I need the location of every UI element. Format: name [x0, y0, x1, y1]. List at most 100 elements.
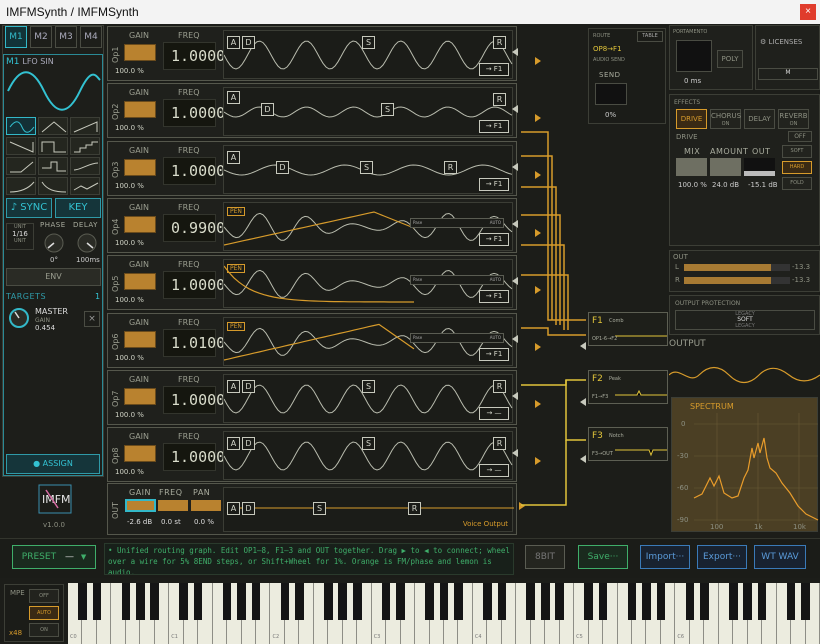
phase-knob[interactable] — [42, 231, 66, 255]
route-button[interactable]: → F1 — [479, 290, 509, 304]
piano-keyboard[interactable]: C0 C1 C2 C3 C4 C5 C6 — [68, 583, 820, 644]
mode-hard[interactable]: HARD — [782, 161, 812, 174]
route-button[interactable]: → F1 — [479, 120, 509, 134]
black-key[interactable] — [280, 583, 290, 620]
lfo-key-button[interactable]: KEY — [55, 198, 101, 218]
black-key[interactable] — [483, 583, 492, 620]
black-key[interactable] — [439, 583, 449, 620]
mode-fold[interactable]: FOLD — [782, 177, 812, 190]
black-key[interactable] — [396, 583, 405, 620]
env-a-handle[interactable]: A — [227, 91, 240, 105]
mod-tab-m2[interactable]: M2 — [30, 26, 52, 48]
lfo-shape-square[interactable] — [38, 137, 68, 155]
export-button[interactable]: Export··· — [697, 545, 747, 569]
operator-waveform[interactable]: A D S R → F1 — [223, 87, 513, 137]
env-s-handle[interactable]: S — [362, 379, 375, 393]
operator-waveform[interactable]: A D S R → F1 — [223, 30, 513, 79]
env-r-handle[interactable]: R — [444, 160, 457, 174]
black-key[interactable] — [237, 583, 246, 620]
black-key[interactable] — [656, 583, 666, 620]
out-freq-slider[interactable] — [158, 500, 188, 511]
black-key[interactable] — [425, 583, 434, 620]
black-key[interactable] — [786, 583, 796, 620]
gain-slider[interactable] — [124, 215, 156, 233]
out-env-r[interactable]: R — [408, 502, 421, 515]
mod-tab-m4[interactable]: M4 — [80, 26, 102, 48]
black-key[interactable] — [251, 583, 261, 620]
drive-off-button[interactable]: OFF — [788, 131, 812, 142]
gain-slider[interactable] — [124, 158, 156, 176]
lfo-shape-sine[interactable] — [6, 117, 36, 135]
gain-slider[interactable] — [124, 101, 156, 119]
black-key[interactable] — [295, 583, 304, 620]
lfo-sync-button[interactable]: ♪ SYNC — [6, 198, 52, 218]
mpe-auto[interactable]: AUTO — [29, 606, 59, 620]
out-pan-slider[interactable] — [191, 500, 221, 511]
filter-f2-input[interactable] — [580, 398, 586, 406]
licenses-button[interactable]: ⚙ LICENSES — [760, 38, 802, 46]
route-button[interactable]: → — — [479, 406, 509, 420]
filter-f3-input[interactable] — [580, 455, 586, 463]
gain-slider[interactable] — [124, 330, 156, 348]
assign-button[interactable]: ● ASSIGN — [6, 454, 100, 474]
out-env-d[interactable]: D — [242, 502, 255, 515]
black-key[interactable] — [757, 583, 767, 620]
mix-slider[interactable] — [676, 158, 707, 176]
mpe-on[interactable]: ON — [29, 623, 59, 637]
fx-tab-chorus[interactable]: CHORUS ON — [710, 109, 741, 129]
black-key[interactable] — [121, 583, 131, 620]
out-envelope[interactable]: A D S R Voice Output — [223, 487, 514, 532]
filter-f2[interactable]: F2 Peak F1→F3 — [588, 370, 668, 404]
routing-graph[interactable] — [518, 25, 590, 525]
mod-tab-m1[interactable]: M1 — [5, 26, 27, 48]
lfo-shape-decay[interactable] — [38, 177, 68, 195]
black-key[interactable] — [150, 583, 160, 620]
env-r-handle[interactable]: R — [493, 437, 506, 451]
import-button[interactable]: Import··· — [640, 545, 690, 569]
route-port-7[interactable] — [535, 400, 541, 408]
env-a-handle[interactable]: A — [227, 36, 240, 49]
lfo-shape-random[interactable] — [38, 157, 68, 175]
env-a-handle[interactable]: A — [227, 150, 240, 164]
route-button[interactable]: → F1 — [479, 347, 509, 361]
route-button[interactable]: → — — [479, 464, 509, 478]
save-button[interactable]: Save··· — [578, 545, 628, 569]
gain-slider[interactable] — [124, 44, 156, 61]
black-key[interactable] — [540, 583, 550, 620]
wt-wav-button[interactable]: WT WAV — [754, 545, 806, 569]
lfo-shape-saw-down[interactable] — [6, 137, 36, 155]
route-port-3[interactable] — [535, 171, 541, 179]
black-key[interactable] — [497, 583, 507, 620]
route-port-6[interactable] — [535, 343, 541, 351]
env-r-handle[interactable]: R — [493, 379, 506, 393]
out-fx-slider[interactable] — [744, 158, 775, 176]
lfo-shape-triangle[interactable] — [38, 117, 68, 135]
gain-slider[interactable] — [124, 273, 156, 291]
pen-badge[interactable]: PEN — [227, 321, 245, 331]
out-gain-slider[interactable] — [125, 499, 156, 512]
delay-knob[interactable] — [75, 231, 99, 255]
env-d-handle[interactable]: D — [261, 103, 274, 117]
env-d-handle[interactable]: D — [242, 36, 255, 49]
operator-waveform[interactable]: A D S R → F1 — [223, 144, 513, 194]
route-button[interactable]: → F1 — [479, 177, 509, 191]
lfo-shape-smooth[interactable] — [70, 157, 100, 175]
black-key[interactable] — [728, 583, 738, 620]
fx-tab-drive[interactable]: DRIVE — [676, 109, 707, 129]
operator-waveform[interactable]: PEN Pase AUTO → F1 — [223, 259, 513, 309]
env-d-handle[interactable]: D — [242, 437, 255, 451]
black-key[interactable] — [685, 583, 695, 620]
env-s-handle[interactable]: S — [381, 103, 394, 117]
mpe-off[interactable]: OFF — [29, 589, 59, 603]
route-table-button[interactable]: TABLE — [637, 31, 663, 42]
black-key[interactable] — [555, 583, 565, 620]
close-icon[interactable]: × — [800, 4, 816, 20]
gain-slider[interactable] — [124, 445, 156, 463]
env-button[interactable]: ENV — [6, 268, 101, 286]
env-a-handle[interactable]: A — [227, 437, 240, 451]
amount-slider[interactable] — [710, 158, 741, 176]
route-port-1[interactable] — [535, 57, 541, 65]
route-button[interactable]: → F1 — [479, 63, 509, 76]
black-key[interactable] — [381, 583, 391, 620]
pen-controls[interactable]: Pase AUTO — [410, 217, 504, 228]
